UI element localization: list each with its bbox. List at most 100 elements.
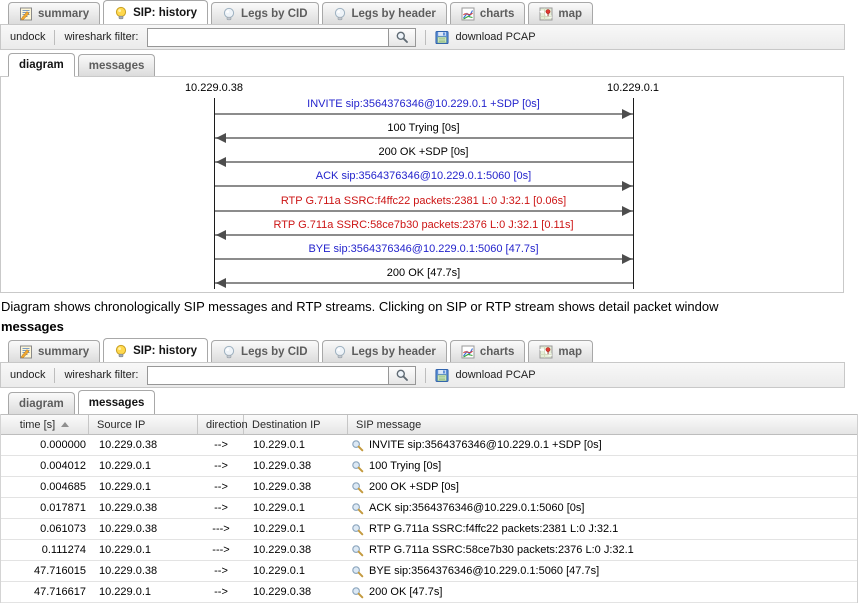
- tab-summary[interactable]: summary: [8, 340, 100, 362]
- diagram-message-label[interactable]: 100 Trying [0s]: [214, 122, 633, 135]
- table-row[interactable]: 0.01787110.229.0.38-->10.229.0.1ACK sip:…: [1, 498, 857, 519]
- caption-line1: Diagram shows chronologically SIP messag…: [1, 297, 841, 317]
- tab-charts[interactable]: charts: [450, 2, 526, 24]
- tab-map[interactable]: map: [528, 340, 593, 362]
- tab-sip-history[interactable]: SIP: history: [103, 0, 208, 24]
- wireshark-filter-input[interactable]: [147, 28, 389, 47]
- table-row[interactable]: 0.00000010.229.0.38-->10.229.0.1INVITE s…: [1, 435, 857, 456]
- cell-sip-message: INVITE sip:3564376346@10.229.0.1 +SDP [0…: [348, 435, 857, 455]
- bulb-off-icon: [222, 7, 236, 21]
- message-arrowhead-right: [622, 254, 632, 264]
- cell-source-ip: 10.229.0.38: [89, 498, 198, 518]
- tab-label: SIP: history: [133, 345, 197, 357]
- cell-sip-message: RTP G.711a SSRC:f4ffc22 packets:2381 L:0…: [348, 519, 857, 539]
- cell-time: 0.111274: [1, 540, 89, 560]
- cell-source-ip: 10.229.0.38: [89, 519, 198, 539]
- cell-direction: --->: [198, 540, 244, 560]
- cell-sip-message: BYE sip:3564376346@10.229.0.1:5060 [47.7…: [348, 561, 857, 581]
- message-arrowhead-left: [216, 278, 226, 288]
- cell-destination-ip: 10.229.0.38: [244, 540, 348, 560]
- table-row[interactable]: 0.00401210.229.0.1-->10.229.0.38100 Tryi…: [1, 456, 857, 477]
- map-icon: [539, 7, 553, 21]
- message-arrowhead-left: [216, 230, 226, 240]
- message-arrow-line: [215, 282, 633, 284]
- table-row[interactable]: 0.00468510.229.0.1-->10.229.0.38200 OK +…: [1, 477, 857, 498]
- diagram-message-label[interactable]: RTP G.711a SSRC:58ce7b30 packets:2376 L:…: [214, 219, 633, 232]
- column-header-time[interactable]: time [s]: [1, 415, 89, 434]
- bulb-on-icon: [114, 344, 128, 358]
- tab-summary[interactable]: summary: [8, 2, 100, 24]
- save-icon: [435, 30, 449, 44]
- column-header-label: direction: [206, 419, 248, 431]
- download-pcap-button[interactable]: download PCAP: [435, 30, 535, 44]
- diagram-message-label[interactable]: ACK sip:3564376346@10.229.0.1:5060 [0s]: [214, 170, 633, 183]
- table-body: 0.00000010.229.0.38-->10.229.0.1INVITE s…: [1, 435, 857, 603]
- cell-direction: -->: [198, 456, 244, 476]
- message-arrowhead-right: [622, 206, 632, 216]
- magnifier-icon[interactable]: [351, 523, 364, 536]
- column-header-direction[interactable]: direction: [198, 415, 244, 434]
- cell-direction: -->: [198, 582, 244, 602]
- subtab-diagram[interactable]: diagram: [8, 53, 75, 77]
- cell-time: 0.000000: [1, 435, 89, 455]
- wireshark-filter-input[interactable]: [147, 366, 389, 385]
- tab-charts[interactable]: charts: [450, 340, 526, 362]
- subtab-label: messages: [89, 60, 145, 72]
- subtab-diagram[interactable]: diagram: [8, 392, 75, 414]
- undock-button[interactable]: undock: [10, 369, 45, 381]
- column-header-source-ip[interactable]: Source IP: [89, 415, 198, 434]
- cell-destination-ip: 10.229.0.38: [244, 477, 348, 497]
- diagram-message-label[interactable]: 200 OK +SDP [0s]: [214, 146, 633, 159]
- tab-legs-by-header[interactable]: Legs by header: [322, 2, 447, 24]
- column-header-sip-message[interactable]: SIP message: [348, 415, 857, 434]
- sip-history-panel-messages-view: summary SIP: history Legs by CIDLegs by he…: [0, 338, 866, 607]
- tab-map[interactable]: map: [528, 2, 593, 24]
- cell-source-ip: 10.229.0.1: [89, 582, 198, 602]
- cell-sip-message: RTP G.711a SSRC:58ce7b30 packets:2376 L:…: [348, 540, 857, 560]
- subtab-messages[interactable]: messages: [78, 390, 156, 414]
- sip-ladder-diagram: 10.229.0.38 10.229.0.1 INVITE sip:356437…: [0, 76, 844, 293]
- magnifier-icon[interactable]: [351, 481, 364, 494]
- cell-direction: -->: [198, 498, 244, 518]
- table-row[interactable]: 47.71661710.229.0.1-->10.229.0.38200 OK …: [1, 582, 857, 603]
- download-pcap-button[interactable]: download PCAP: [435, 368, 535, 382]
- message-arrowhead-right: [622, 181, 632, 191]
- tab-legs-by-header[interactable]: Legs by header: [322, 340, 447, 362]
- magnifier-icon[interactable]: [351, 586, 364, 599]
- diagram-message-label[interactable]: BYE sip:3564376346@10.229.0.1:5060 [47.7…: [214, 243, 633, 256]
- view-subtabbar: diagram messages: [0, 390, 155, 414]
- magnifier-icon[interactable]: [351, 565, 364, 578]
- cell-sip-message: 200 OK +SDP [0s]: [348, 477, 857, 497]
- search-button[interactable]: [389, 366, 416, 385]
- message-arrow-line: [215, 210, 633, 212]
- subtab-label: diagram: [19, 398, 64, 410]
- message-arrow-line: [215, 234, 633, 236]
- diagram-message-label[interactable]: RTP G.711a SSRC:f4ffc22 packets:2381 L:0…: [214, 195, 633, 208]
- table-row[interactable]: 0.06107310.229.0.38--->10.229.0.1RTP G.7…: [1, 519, 857, 540]
- search-button[interactable]: [389, 28, 416, 47]
- tab-sip-history[interactable]: SIP: history: [103, 338, 208, 362]
- table-row[interactable]: 0.11127410.229.0.1--->10.229.0.38RTP G.7…: [1, 540, 857, 561]
- filter-input-group: [147, 28, 416, 47]
- download-pcap-label: download PCAP: [455, 369, 535, 381]
- tab-legs-by-cid[interactable]: Legs by CID: [211, 2, 318, 24]
- diagram-message-label[interactable]: INVITE sip:3564376346@10.229.0.1 +SDP [0…: [214, 98, 633, 111]
- undock-button[interactable]: undock: [10, 31, 45, 43]
- host-label-right: 10.229.0.1: [558, 82, 708, 94]
- magnifier-icon[interactable]: [351, 460, 364, 473]
- magnifier-icon[interactable]: [351, 439, 364, 452]
- sip-message-text: ACK sip:3564376346@10.229.0.1:5060 [0s]: [369, 502, 584, 514]
- sip-message-text: BYE sip:3564376346@10.229.0.1:5060 [47.7…: [369, 565, 599, 577]
- magnifier-icon[interactable]: [351, 544, 364, 557]
- subtab-messages[interactable]: messages: [78, 54, 156, 76]
- bulb-off-icon: [222, 345, 236, 359]
- magnifier-icon[interactable]: [351, 502, 364, 515]
- bulb-off-icon: [333, 345, 347, 359]
- cell-destination-ip: 10.229.0.1: [244, 498, 348, 518]
- column-header-destination-ip[interactable]: Destination IP: [244, 415, 348, 434]
- diagram-message-label[interactable]: 200 OK [47.7s]: [214, 267, 633, 280]
- tab-legs-by-cid[interactable]: Legs by CID: [211, 340, 318, 362]
- summary-icon: [19, 345, 33, 359]
- table-row[interactable]: 47.71601510.229.0.38-->10.229.0.1BYE sip…: [1, 561, 857, 582]
- cell-time: 47.716617: [1, 582, 89, 602]
